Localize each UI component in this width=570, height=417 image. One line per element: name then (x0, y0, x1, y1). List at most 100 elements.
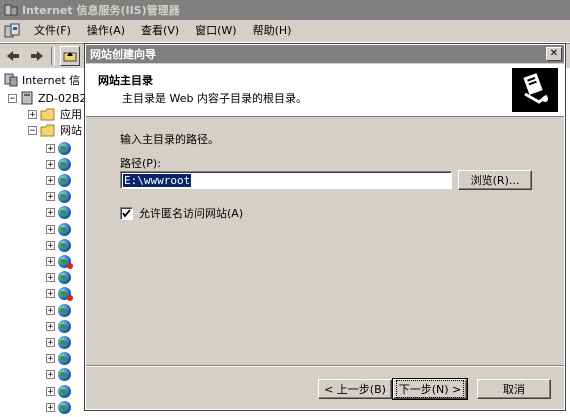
computer-tree-icon (4, 73, 18, 87)
expand-icon[interactable]: + (46, 354, 55, 364)
website-globe-icon (58, 157, 71, 171)
website-tree-item[interactable]: + (46, 237, 71, 253)
expand-icon[interactable]: + (46, 175, 55, 185)
anonymous-access-label: 允许匿名访问网站(A) (139, 207, 244, 220)
close-button[interactable]: ✕ (546, 47, 562, 61)
expand-icon[interactable]: + (46, 273, 55, 283)
website-tree-item[interactable]: + (46, 140, 71, 156)
menu-action[interactable]: 操作(A) (79, 20, 133, 42)
website-tree-item[interactable]: + (46, 286, 73, 302)
website-globe-icon (58, 384, 71, 398)
wizard-title-bar[interactable]: 网站创建向导 (86, 45, 564, 63)
toolbar-separator (51, 47, 55, 65)
stopped-website-globe-icon (58, 254, 73, 269)
main-title-bar[interactable]: Internet 信息服务(IIS)管理器 (0, 0, 570, 20)
folder-icon (40, 108, 55, 120)
header-title: 网站主目录 (98, 74, 153, 87)
website-tree-item[interactable]: + (46, 383, 71, 399)
expand-icon[interactable]: + (46, 143, 55, 153)
back-button-label: < 上一步(B) (324, 383, 386, 396)
menu-bar: 文件(F) 操作(A) 查看(V) 窗口(W) 帮助(H) (0, 20, 570, 43)
expand-icon[interactable]: + (46, 370, 55, 380)
path-value: E:\wwwroot (123, 173, 192, 187)
expand-icon[interactable]: + (46, 208, 55, 218)
browse-button-label: 浏览(R)... (470, 174, 520, 187)
wizard-logo-icon (512, 68, 558, 112)
path-label: 路径(P): (120, 157, 161, 170)
checkmark-icon (122, 208, 131, 218)
website-tree-item[interactable]: + (46, 189, 71, 205)
website-creation-wizard: 网站创建向导 ✕ 网站主目录 主目录是 Web 内容子目录的根目录。 输入主目录… (84, 43, 566, 411)
expand-icon[interactable]: + (46, 256, 55, 266)
tree-websites-label: 网站 (60, 124, 82, 137)
website-tree-item[interactable]: + (46, 253, 73, 269)
tree-server[interactable]: − ZD-02B2 (8, 90, 87, 106)
website-globe-icon (58, 222, 71, 236)
expand-icon[interactable]: + (46, 337, 55, 347)
website-globe-icon (58, 238, 71, 252)
button-separator (86, 365, 564, 367)
server-icon (21, 91, 33, 105)
website-tree-item[interactable]: + (46, 270, 71, 286)
website-globe-icon (58, 206, 71, 220)
expand-icon[interactable]: + (46, 159, 55, 169)
website-globe-icon (58, 190, 71, 204)
website-tree-item[interactable]: + (46, 221, 71, 237)
website-globe-icon (58, 303, 71, 317)
website-globe-icon (58, 335, 71, 349)
website-globe-icon (58, 141, 71, 155)
expand-icon[interactable]: + (46, 402, 55, 412)
website-tree-item[interactable]: + (46, 156, 71, 172)
tree-server-label: ZD-02B2 (38, 91, 87, 105)
expand-icon[interactable]: + (46, 240, 55, 250)
cancel-button[interactable]: 取消 (477, 379, 551, 399)
website-globe-icon (58, 271, 71, 285)
stopped-website-globe-icon (58, 287, 73, 302)
instruction-text: 输入主目录的路径。 (120, 133, 219, 146)
website-tree-item[interactable]: + (46, 318, 71, 334)
close-icon: ✕ (549, 48, 559, 59)
expand-icon[interactable]: + (28, 109, 37, 119)
wizard-title: 网站创建向导 (90, 48, 156, 61)
expand-icon[interactable]: + (46, 386, 55, 396)
up-folder-icon[interactable] (60, 46, 80, 66)
tree-websites[interactable]: − 网站 (28, 122, 82, 138)
console-tree[interactable]: Internet 信 − ZD-02B2 + 应用 − 网站 + + + + + + + + +… (0, 68, 89, 417)
website-globe-icon (58, 368, 71, 382)
back-arrow-icon[interactable] (2, 46, 24, 66)
header-subtitle: 主目录是 Web 内容子目录的根目录。 (122, 92, 307, 105)
website-tree-item[interactable]: + (46, 172, 71, 188)
anonymous-access-row[interactable]: 允许匿名访问网站(A) (120, 205, 243, 221)
website-tree-item[interactable]: + (46, 351, 71, 367)
path-input[interactable]: E:\wwwroot (120, 171, 452, 189)
back-button[interactable]: < 上一步(B) (318, 379, 392, 399)
website-tree-item[interactable]: + (46, 205, 71, 221)
expand-icon[interactable]: + (46, 305, 55, 315)
expand-icon[interactable]: + (46, 289, 55, 299)
tree-root-label: Internet 信 (22, 74, 81, 87)
expand-icon[interactable]: + (46, 224, 55, 234)
next-button-label: 下一步(N) > (395, 380, 465, 398)
anonymous-access-checkbox[interactable] (120, 206, 133, 220)
menu-help[interactable]: 帮助(H) (245, 20, 300, 42)
menu-view[interactable]: 查看(V) (133, 20, 187, 42)
website-tree-item[interactable]: + (46, 399, 71, 415)
tree-app-pools[interactable]: + 应用 (28, 106, 82, 122)
website-tree-item[interactable]: + (46, 334, 71, 350)
next-button[interactable]: 下一步(N) > (392, 378, 468, 400)
website-globe-icon (58, 352, 71, 366)
expand-icon[interactable]: + (46, 192, 55, 202)
website-tree-item[interactable]: + (46, 302, 71, 318)
website-globe-icon (58, 319, 71, 333)
menu-window[interactable]: 窗口(W) (187, 20, 244, 42)
menu-file[interactable]: 文件(F) (26, 20, 79, 42)
mmc-document-icon[interactable] (4, 23, 20, 39)
forward-arrow-icon[interactable] (26, 46, 48, 66)
tree-app-pools-label: 应用 (60, 108, 82, 121)
collapse-icon[interactable]: − (28, 125, 37, 135)
tree-root[interactable]: Internet 信 (4, 72, 80, 88)
website-tree-item[interactable]: + (46, 367, 71, 383)
expand-icon[interactable]: + (46, 321, 55, 331)
browse-button[interactable]: 浏览(R)... (458, 170, 532, 190)
collapse-icon[interactable]: − (8, 93, 17, 103)
